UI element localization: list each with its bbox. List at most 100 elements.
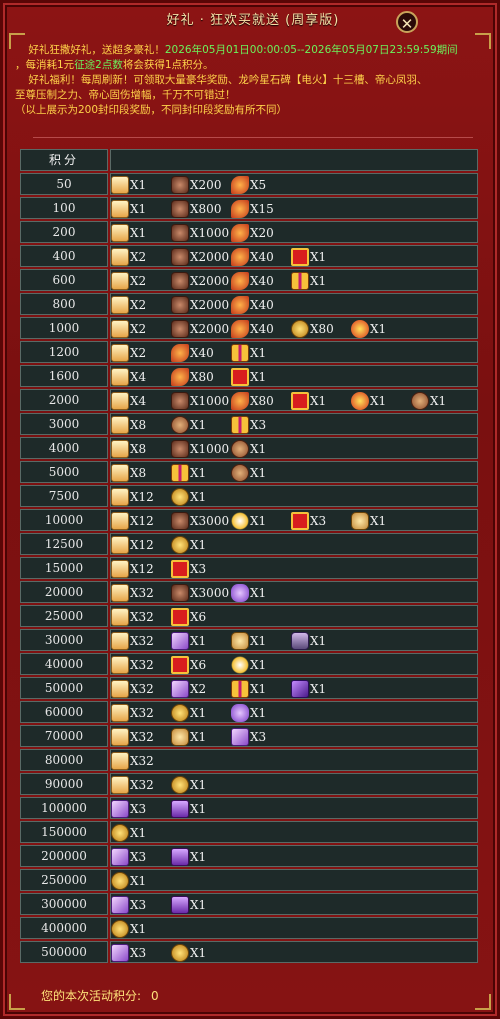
badge-icon[interactable] [351, 512, 369, 530]
reward-item[interactable]: X8 [111, 415, 146, 435]
reward-item[interactable]: X1 [231, 463, 266, 483]
reward-item[interactable]: X1 [171, 487, 206, 507]
reward-item[interactable]: X12 [111, 511, 154, 531]
reward-item[interactable]: X1 [231, 583, 266, 603]
reward-item[interactable]: X1 [111, 919, 146, 939]
spark-icon[interactable] [231, 512, 249, 530]
scroll-icon[interactable] [111, 320, 129, 338]
redbox-icon[interactable] [171, 608, 189, 626]
reward-item[interactable]: X80 [291, 319, 334, 339]
reward-item[interactable]: X6 [171, 607, 206, 627]
giftbox-icon[interactable] [231, 680, 249, 698]
reward-item[interactable]: X2 [111, 343, 146, 363]
reward-item[interactable]: X3 [231, 727, 266, 747]
reward-item[interactable]: X2000 [171, 271, 229, 291]
reward-item[interactable]: X1 [231, 703, 266, 723]
scroll-icon[interactable] [111, 200, 129, 218]
reward-item[interactable]: X2 [111, 295, 146, 315]
card-icon[interactable] [171, 632, 189, 650]
reward-item[interactable]: X1 [351, 511, 386, 531]
reward-item[interactable]: X80 [171, 367, 214, 387]
reward-item[interactable]: X40 [231, 247, 274, 267]
reward-item[interactable]: X32 [111, 655, 154, 675]
card-icon[interactable] [111, 848, 129, 866]
reward-item[interactable]: X1 [231, 631, 266, 651]
reward-item[interactable]: X3000 [171, 583, 229, 603]
goldcoin-icon[interactable] [171, 776, 189, 794]
card-icon[interactable] [231, 728, 249, 746]
goldcoin-icon[interactable] [171, 536, 189, 554]
reward-item[interactable]: X1 [171, 799, 206, 819]
feather-icon[interactable] [231, 224, 249, 242]
giftbox-icon[interactable] [171, 464, 189, 482]
feather-icon[interactable] [231, 248, 249, 266]
redbox-icon[interactable] [171, 560, 189, 578]
redbox-icon[interactable] [291, 512, 309, 530]
scroll-icon[interactable] [111, 344, 129, 362]
reward-item[interactable]: X1 [231, 367, 266, 387]
reward-item[interactable]: X2000 [171, 295, 229, 315]
feather-icon[interactable] [231, 392, 249, 410]
goldcoin-icon[interactable] [171, 488, 189, 506]
spark-icon[interactable] [231, 656, 249, 674]
reward-item[interactable]: X2000 [171, 319, 229, 339]
copper-icon[interactable] [171, 416, 189, 434]
scroll-icon[interactable] [111, 392, 129, 410]
reward-item[interactable]: X1000 [171, 391, 229, 411]
reward-item[interactable]: X1 [171, 775, 206, 795]
goldcoin-icon[interactable] [171, 944, 189, 962]
reward-item[interactable]: X8 [111, 439, 146, 459]
stone-icon[interactable] [171, 296, 189, 314]
reward-item[interactable]: X2000 [171, 247, 229, 267]
stone-icon[interactable] [171, 272, 189, 290]
stone-icon[interactable] [171, 248, 189, 266]
goldcoin-icon[interactable] [291, 320, 309, 338]
card-icon[interactable] [111, 896, 129, 914]
goldcoin-icon[interactable] [111, 872, 129, 890]
reward-item[interactable]: X1 [111, 175, 146, 195]
reward-item[interactable]: X15 [231, 199, 274, 219]
stone-icon[interactable] [171, 200, 189, 218]
reward-item[interactable]: X1000 [171, 223, 229, 243]
reward-item[interactable]: X5 [231, 175, 266, 195]
reward-item[interactable]: X1 [231, 655, 266, 675]
feather-icon[interactable] [231, 272, 249, 290]
scroll-icon[interactable] [111, 512, 129, 530]
reward-item[interactable]: X3 [111, 799, 146, 819]
feather-icon[interactable] [231, 200, 249, 218]
reward-item[interactable]: X32 [111, 727, 154, 747]
purplegem-icon[interactable] [231, 704, 249, 722]
scroll-icon[interactable] [111, 464, 129, 482]
purplebox-icon[interactable] [171, 848, 189, 866]
reward-item[interactable]: X1 [231, 679, 266, 699]
reward-item[interactable]: X1 [171, 415, 206, 435]
fireorb-icon[interactable] [351, 320, 369, 338]
reward-item[interactable]: X3 [111, 943, 146, 963]
scroll-icon[interactable] [111, 632, 129, 650]
reward-item[interactable]: X1 [171, 847, 206, 867]
giftbox-icon[interactable] [231, 416, 249, 434]
card-icon[interactable] [111, 800, 129, 818]
reward-item[interactable]: X20 [231, 223, 274, 243]
scroll-icon[interactable] [111, 488, 129, 506]
copper-icon[interactable] [411, 392, 429, 410]
feather-icon[interactable] [231, 176, 249, 194]
scroll-icon[interactable] [111, 752, 129, 770]
reward-item[interactable]: X1 [171, 631, 206, 651]
scroll-icon[interactable] [111, 608, 129, 626]
reward-item[interactable]: X3 [111, 847, 146, 867]
card-icon[interactable] [111, 944, 129, 962]
reward-item[interactable]: X32 [111, 775, 154, 795]
reward-item[interactable]: X1 [231, 511, 266, 531]
redbox-icon[interactable] [171, 656, 189, 674]
goldcoin-icon[interactable] [171, 704, 189, 722]
stone-icon[interactable] [171, 392, 189, 410]
redbox-icon[interactable] [231, 368, 249, 386]
reward-item[interactable]: X1 [231, 343, 266, 363]
reward-item[interactable]: X1 [171, 535, 206, 555]
stone-icon[interactable] [171, 176, 189, 194]
reward-item[interactable]: X1 [171, 703, 206, 723]
scroll-icon[interactable] [111, 440, 129, 458]
reward-item[interactable]: X1 [291, 631, 326, 651]
reward-item[interactable]: X40 [231, 319, 274, 339]
